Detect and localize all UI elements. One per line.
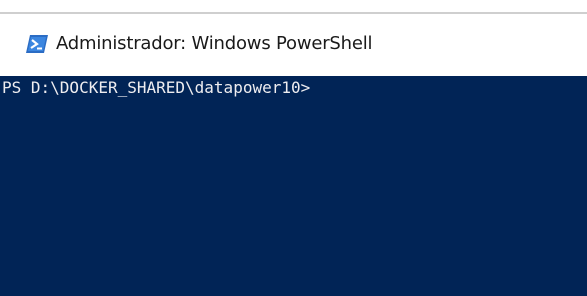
window-title: Administrador: Windows PowerShell	[56, 33, 373, 54]
powershell-icon[interactable]	[26, 35, 48, 53]
command-prompt[interactable]: PS D:\DOCKER_SHARED\datapower10>	[2, 78, 310, 98]
title-bar[interactable]: Administrador: Windows PowerShell	[0, 14, 587, 76]
console-area[interactable]: PS D:\DOCKER_SHARED\datapower10>	[0, 76, 587, 296]
